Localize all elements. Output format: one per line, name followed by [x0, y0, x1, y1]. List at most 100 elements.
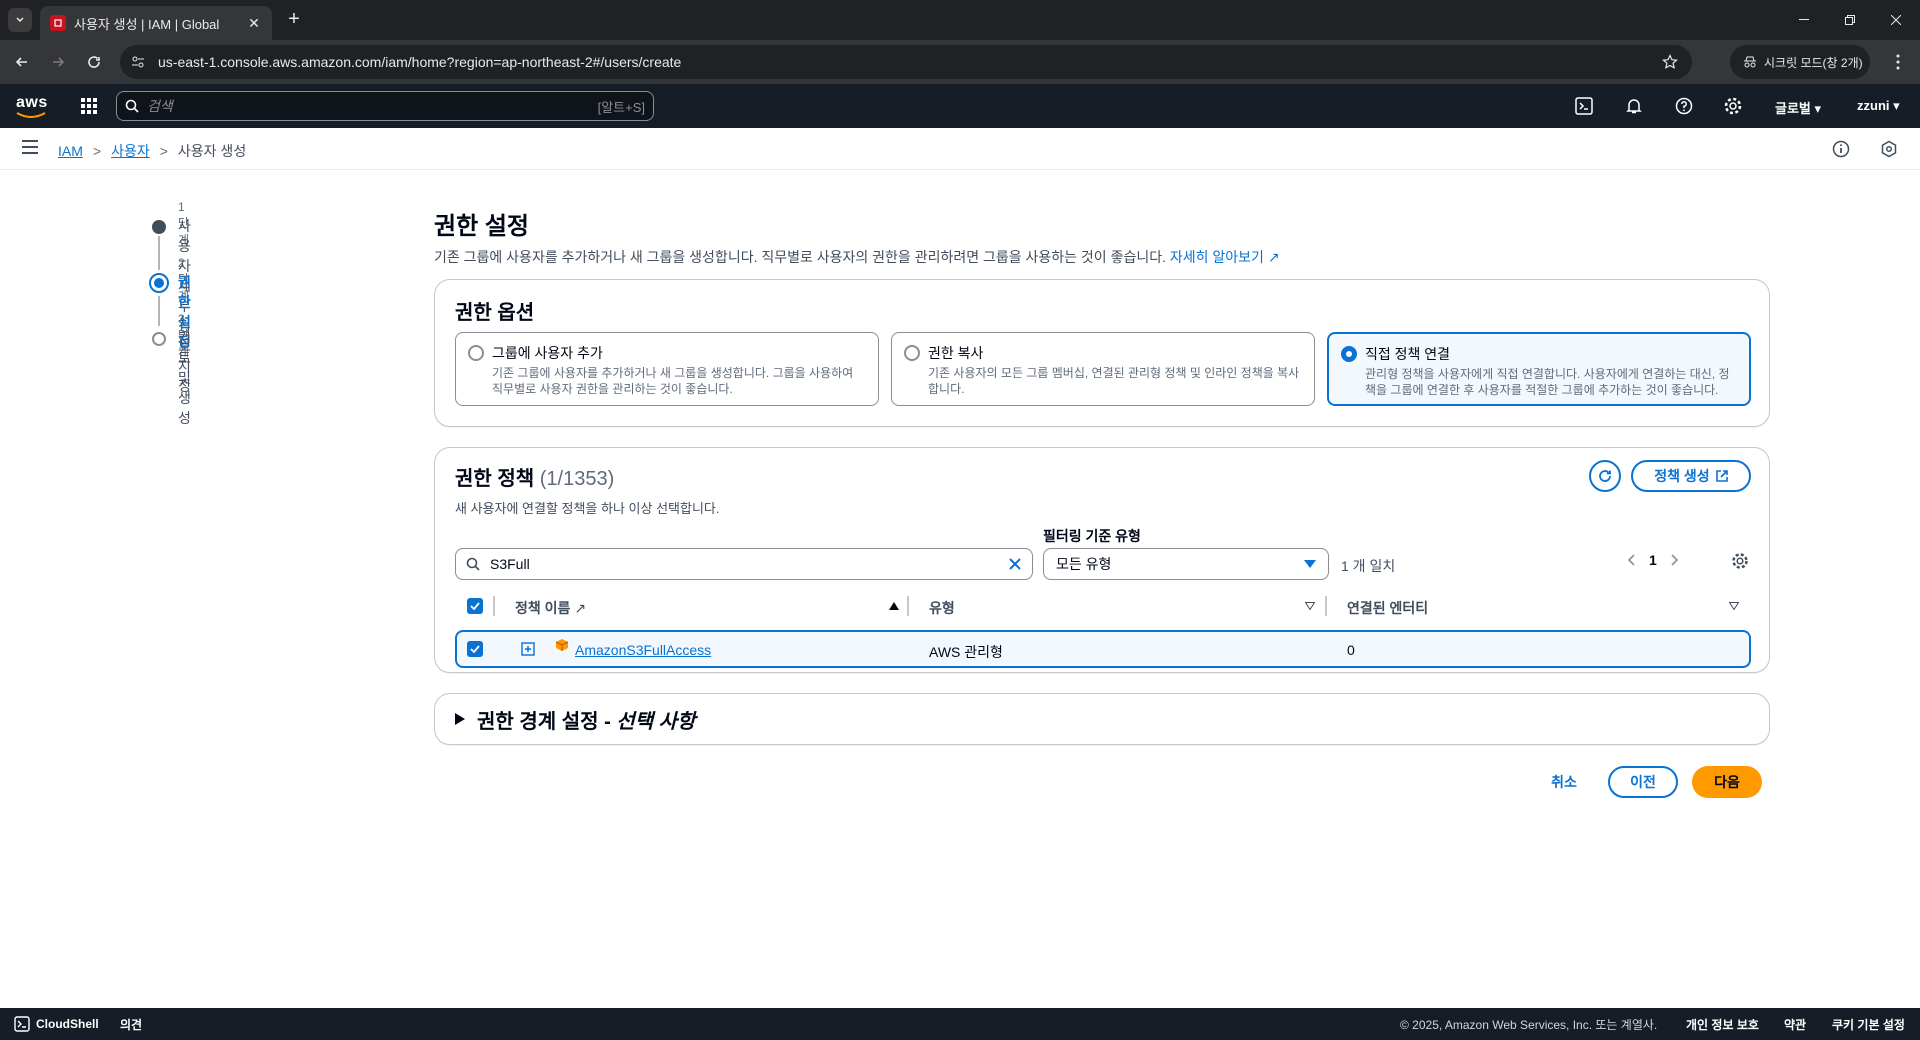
breadcrumb: IAM > 사용자 > 사용자 생성	[58, 141, 246, 161]
cloudshell-footer-button[interactable]: CloudShell	[14, 1016, 99, 1032]
aws-logo[interactable]: aws	[16, 94, 48, 118]
incognito-indicator[interactable]: 시크릿 모드(창 2개)	[1730, 45, 1870, 79]
browser-tab-active[interactable]: 사용자 생성 | IAM | Global ✕	[40, 6, 272, 40]
select-all-checkbox[interactable]	[467, 598, 483, 614]
learn-more-link[interactable]: 자세히 알아보기 ↗	[1170, 249, 1280, 265]
search-icon	[466, 557, 480, 571]
page-description: 기존 그룹에 사용자를 추가하거나 새 그룹을 생성합니다. 직무별로 사용자의…	[434, 249, 1280, 265]
option-description: 기존 사용자의 모든 그룹 멤버십, 연결된 관리형 정책 및 인라인 정책을 …	[928, 366, 1300, 396]
external-link-icon	[1715, 470, 1728, 482]
option-attach-policies-directly[interactable]: 직접 정책 연결 관리형 정책을 사용자에게 직접 연결합니다. 사용자에게 연…	[1327, 332, 1751, 406]
sort-icon[interactable]	[1305, 602, 1315, 610]
policy-count: (1/1353)	[539, 468, 615, 490]
option-copy-permissions[interactable]: 권한 복사 기존 사용자의 모든 그룹 멤버십, 연결된 관리형 정책 및 인라…	[891, 332, 1315, 406]
panel-subtitle: 새 사용자에 연결할 정책을 하나 이상 선택합니다.	[455, 501, 720, 516]
chevron-right-icon[interactable]	[1671, 554, 1679, 566]
tab-list-button[interactable]	[8, 8, 32, 32]
help-icon[interactable]	[1674, 96, 1694, 116]
aws-smile-icon	[16, 112, 46, 118]
filter-value: S3Full	[490, 556, 530, 572]
settings-gear-icon[interactable]	[1723, 96, 1743, 116]
permission-policies-panel: 권한 정책 (1/1353) 새 사용자에 연결할 정책을 하나 이상 선택합니…	[434, 447, 1770, 673]
option-title: 직접 정책 연결	[1365, 346, 1451, 362]
notifications-bell-icon[interactable]	[1624, 96, 1644, 116]
services-grid-icon[interactable]	[80, 97, 98, 115]
cookie-preferences-link[interactable]: 쿠키 기본 설정	[1832, 1016, 1905, 1033]
restore-icon[interactable]	[1838, 8, 1862, 32]
type-filter-label: 필터링 기준 유형	[1043, 528, 1141, 544]
privacy-link[interactable]: 개인 정보 보호	[1686, 1016, 1759, 1033]
reload-icon[interactable]	[82, 50, 106, 74]
minimize-icon[interactable]	[1792, 8, 1816, 32]
page-number[interactable]: 1	[1649, 552, 1657, 568]
region-selector[interactable]: 글로벌 ▾	[1775, 98, 1821, 117]
next-button[interactable]: 다음	[1692, 766, 1762, 798]
cancel-button[interactable]: 취소	[1534, 772, 1594, 792]
side-navigation-menu-icon[interactable]	[22, 140, 38, 154]
search-placeholder: 검색	[147, 98, 173, 114]
address-bar[interactable]: us-east-1.console.aws.amazon.com/iam/hom…	[120, 45, 1692, 79]
table-row[interactable]: AmazonS3FullAccess AWS 관리형 0	[455, 630, 1751, 668]
table-preferences-gear-icon[interactable]	[1731, 552, 1749, 570]
row-checkbox[interactable]	[467, 641, 483, 657]
refresh-button[interactable]	[1589, 460, 1621, 492]
browser-menu-icon[interactable]	[1886, 50, 1910, 74]
permissions-boundary-section[interactable]: 권한 경계 설정 - 선택 사항	[434, 693, 1770, 745]
type-filter-select[interactable]: 모든 유형	[1043, 548, 1329, 580]
sort-ascending-icon[interactable]	[889, 602, 899, 610]
step-connector	[158, 296, 160, 326]
console-search-input[interactable]: 검색 [알트+S]	[116, 91, 654, 121]
tools-panel-icon[interactable]	[1880, 140, 1898, 158]
create-policy-button[interactable]: 정책 생성	[1631, 460, 1751, 492]
main-content: 권한 설정 기존 그룹에 사용자를 추가하거나 새 그룹을 생성합니다. 직무별…	[434, 206, 1770, 798]
account-menu[interactable]: zzuni ▾	[1857, 98, 1900, 114]
refresh-icon	[1599, 470, 1611, 482]
forward-icon[interactable]	[46, 50, 70, 74]
step-complete-icon	[152, 220, 166, 234]
info-icon[interactable]	[1832, 140, 1850, 158]
cloudshell-icon[interactable]	[1574, 96, 1594, 116]
policy-name-link[interactable]: AmazonS3FullAccess	[575, 642, 711, 658]
radio-button-selected[interactable]	[1341, 346, 1357, 362]
close-window-icon[interactable]	[1884, 8, 1908, 32]
radio-button[interactable]	[468, 345, 484, 361]
previous-button[interactable]: 이전	[1608, 766, 1678, 798]
external-link-icon: ↗	[574, 600, 587, 616]
column-header-type[interactable]: 유형	[929, 598, 955, 618]
url-text: us-east-1.console.aws.amazon.com/iam/hom…	[158, 54, 682, 70]
back-icon[interactable]	[10, 50, 34, 74]
feedback-link[interactable]: 의견	[120, 1016, 142, 1033]
breadcrumb-iam[interactable]: IAM	[58, 143, 83, 159]
match-count: 1 개 일치	[1341, 558, 1396, 574]
iam-favicon-icon	[50, 15, 66, 31]
browser-toolbar: us-east-1.console.aws.amazon.com/iam/hom…	[0, 40, 1920, 84]
panel-title: 권한 옵션	[455, 302, 535, 324]
expand-policy-icon[interactable]	[521, 642, 535, 656]
breadcrumb-bar: IAM > 사용자 > 사용자 생성	[0, 128, 1920, 170]
column-header-attached-entities[interactable]: 연결된 엔터티	[1347, 598, 1428, 618]
bookmark-star-icon[interactable]	[1662, 54, 1678, 70]
cloudshell-icon	[14, 1016, 30, 1032]
console-footer: CloudShell 의견 © 2025, Amazon Web Service…	[0, 1008, 1920, 1040]
policy-filter-input[interactable]: S3Full	[455, 548, 1033, 580]
panel-title: 권한 정책 (1/1353)	[455, 468, 615, 490]
copyright: © 2025, Amazon Web Services, Inc. 또는 계열사…	[1400, 1017, 1658, 1032]
sort-icon[interactable]	[1729, 602, 1739, 610]
option-add-to-group[interactable]: 그룹에 사용자 추가 기존 그룹에 사용자를 추가하거나 새 그룹을 생성합니다…	[455, 332, 879, 406]
site-info-icon[interactable]	[130, 54, 146, 70]
page-title: 권한 설정	[434, 213, 529, 240]
option-description: 관리형 정책을 사용자에게 직접 연결합니다. 사용자에게 연결하는 대신, 정…	[1365, 367, 1730, 397]
option-title: 권한 복사	[928, 345, 984, 361]
caret-down-icon	[1304, 560, 1316, 568]
terms-link[interactable]: 약관	[1784, 1016, 1806, 1033]
tab-close-icon[interactable]: ✕	[246, 15, 262, 32]
step-pending-icon	[152, 332, 166, 346]
chevron-down-icon	[16, 17, 24, 23]
clear-filter-icon[interactable]	[1008, 557, 1022, 571]
new-tab-button[interactable]: +	[282, 8, 306, 32]
column-divider	[907, 596, 909, 616]
breadcrumb-users[interactable]: 사용자	[111, 141, 150, 161]
radio-button[interactable]	[904, 345, 920, 361]
chevron-left-icon[interactable]	[1627, 554, 1635, 566]
column-header-policy-name[interactable]: 정책 이름 ↗	[515, 598, 586, 618]
